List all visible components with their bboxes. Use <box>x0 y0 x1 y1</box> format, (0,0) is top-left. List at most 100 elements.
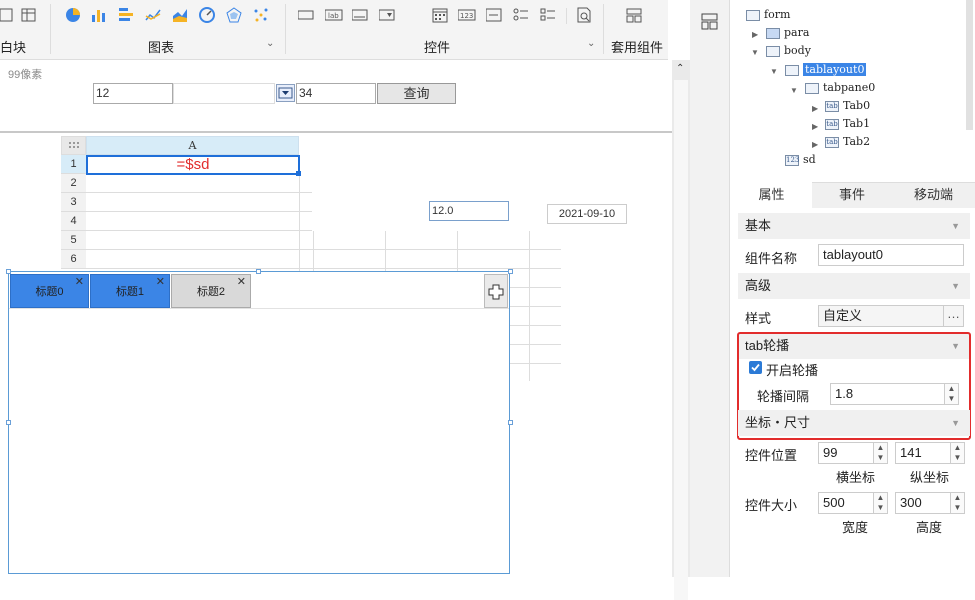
table-icon[interactable] <box>21 7 37 23</box>
close-icon[interactable]: ✕ <box>75 265 84 299</box>
number-widget[interactable]: 12.0 <box>429 201 509 221</box>
grid-corner[interactable] <box>61 136 86 155</box>
scrollbar-thumb[interactable] <box>674 80 688 600</box>
section-basic[interactable]: 基本 ▼ <box>738 213 970 239</box>
tree-node-form[interactable]: form <box>746 6 790 24</box>
combo-icon[interactable] <box>378 7 395 23</box>
chevron-down-icon[interactable]: ▼ <box>751 48 759 57</box>
block-icon[interactable] <box>0 7 14 23</box>
chevron-down-icon[interactable]: ⌄ <box>587 38 595 49</box>
label-icon[interactable] <box>297 7 314 23</box>
row-header[interactable]: 3 <box>61 193 86 212</box>
row-header[interactable]: 2 <box>61 174 86 193</box>
tree-node-tablayout[interactable]: tablayout0 <box>785 61 867 79</box>
preview-icon[interactable] <box>576 7 592 23</box>
resize-handle[interactable] <box>6 420 11 425</box>
tab-0[interactable]: 标题0 ✕ <box>10 274 89 308</box>
gauge-icon[interactable] <box>199 7 215 23</box>
grid-line <box>86 211 312 212</box>
tab-2[interactable]: 标题2 ✕ <box>171 274 251 308</box>
chevron-right-icon[interactable]: ▶ <box>812 122 818 131</box>
bar-chart-icon[interactable] <box>91 7 107 23</box>
component-tree-icon[interactable] <box>701 13 718 33</box>
row-header[interactable]: 1 <box>61 155 86 174</box>
template-icon[interactable] <box>626 7 642 23</box>
chevron-right-icon[interactable]: ▶ <box>752 30 758 39</box>
resize-handle[interactable] <box>508 269 513 274</box>
pos-y-input[interactable]: 141 ▲ ▼ <box>895 442 965 464</box>
collapse-icon[interactable]: ▼ <box>951 273 960 299</box>
date-widget[interactable]: 2021-09-10 <box>547 204 627 224</box>
text-field-icon[interactable]: lab <box>324 7 343 23</box>
more-icon[interactable]: … <box>943 306 963 326</box>
number-icon[interactable]: 123 <box>457 7 476 23</box>
name-input[interactable]: tablayout0 <box>818 244 964 266</box>
line-chart-icon[interactable] <box>145 7 161 23</box>
tree-label: form <box>764 8 791 21</box>
textarea-icon[interactable] <box>351 7 368 23</box>
query-button[interactable]: 查询 <box>377 83 456 104</box>
pie-chart-icon[interactable] <box>65 7 81 23</box>
horizontal-bar-icon[interactable] <box>118 7 134 23</box>
chevron-right-icon[interactable]: ▶ <box>812 104 818 113</box>
column-header-a[interactable]: A <box>86 136 299 155</box>
cell-drag-handle[interactable] <box>296 171 301 176</box>
tab-1[interactable]: 标题1 ✕ <box>90 274 170 308</box>
add-tab-button[interactable] <box>484 274 508 308</box>
chevron-down-icon: ▼ <box>876 453 885 462</box>
param-input-3[interactable]: 34 <box>296 83 376 104</box>
section-advanced[interactable]: 高级 ▼ <box>738 273 970 299</box>
tree-scrollbar[interactable] <box>966 0 973 130</box>
section-coords[interactable]: 坐标・尺寸 ▼ <box>738 410 970 436</box>
y-coord-label: 纵坐标 <box>910 470 950 485</box>
radio-group-icon[interactable] <box>513 7 529 23</box>
chevron-down-icon[interactable]: ⌄ <box>266 38 274 49</box>
width-input[interactable]: 500 ▲ ▼ <box>818 492 888 514</box>
resize-handle[interactable] <box>256 269 261 274</box>
scatter-icon[interactable] <box>253 7 269 23</box>
tab-events[interactable]: 事件 <box>812 182 892 208</box>
body-icon <box>766 45 780 57</box>
checkbox-icon[interactable] <box>540 7 556 23</box>
tree-node-sd[interactable]: 123 sd <box>785 151 816 169</box>
style-input[interactable]: 自定义… <box>818 305 964 327</box>
tab-properties[interactable]: 属性 <box>731 182 812 208</box>
param-input-2[interactable] <box>173 83 275 104</box>
height-input[interactable]: 300 ▲ ▼ <box>895 492 965 514</box>
vertical-scrollbar[interactable]: ⌃ <box>672 60 690 600</box>
combo-dropdown-icon[interactable] <box>276 84 295 102</box>
param-input-1[interactable]: 12 <box>93 83 173 104</box>
tree-node-para[interactable]: para <box>766 24 809 42</box>
stepper[interactable]: ▲ ▼ <box>873 493 887 513</box>
close-icon[interactable]: ✕ <box>237 265 246 299</box>
radar-icon[interactable] <box>226 7 242 23</box>
tree-node-tab1[interactable]: tab Tab1 <box>825 115 870 133</box>
height-label: 高度 <box>916 520 943 535</box>
area-chart-icon[interactable] <box>172 7 188 23</box>
chevron-right-icon[interactable]: ▶ <box>812 140 818 149</box>
tree-node-tab2[interactable]: tab Tab2 <box>825 133 870 151</box>
chevron-down-icon[interactable]: ▼ <box>790 86 798 95</box>
tree-node-tabpane[interactable]: tabpane0 <box>805 79 875 97</box>
pos-x-input[interactable]: 99 ▲ ▼ <box>818 442 888 464</box>
tree-node-body[interactable]: body <box>766 42 811 60</box>
tree-node-tab0[interactable]: tab Tab0 <box>825 97 870 115</box>
radio-icon[interactable] <box>485 7 502 23</box>
date-icon[interactable] <box>432 7 448 23</box>
collapse-icon[interactable]: ▼ <box>951 213 960 239</box>
row-header[interactable]: 4 <box>61 212 86 231</box>
stepper[interactable]: ▲ ▼ <box>950 443 964 463</box>
formula-cell[interactable]: =$sd <box>86 155 300 175</box>
tab-mobile[interactable]: 移动端 <box>892 182 975 208</box>
scroll-up-icon[interactable]: ⌃ <box>676 63 684 74</box>
pos-x-value: 99 <box>823 445 838 460</box>
row-header[interactable]: 5 <box>61 231 86 250</box>
collapse-icon[interactable]: ▼ <box>951 410 960 436</box>
tablayout-widget[interactable] <box>8 271 510 574</box>
stepper[interactable]: ▲ ▼ <box>950 493 964 513</box>
chevron-down-icon[interactable]: ▼ <box>770 67 778 76</box>
close-icon[interactable]: ✕ <box>156 265 165 299</box>
resize-handle[interactable] <box>6 269 11 274</box>
resize-handle[interactable] <box>508 420 513 425</box>
stepper[interactable]: ▲ ▼ <box>873 443 887 463</box>
